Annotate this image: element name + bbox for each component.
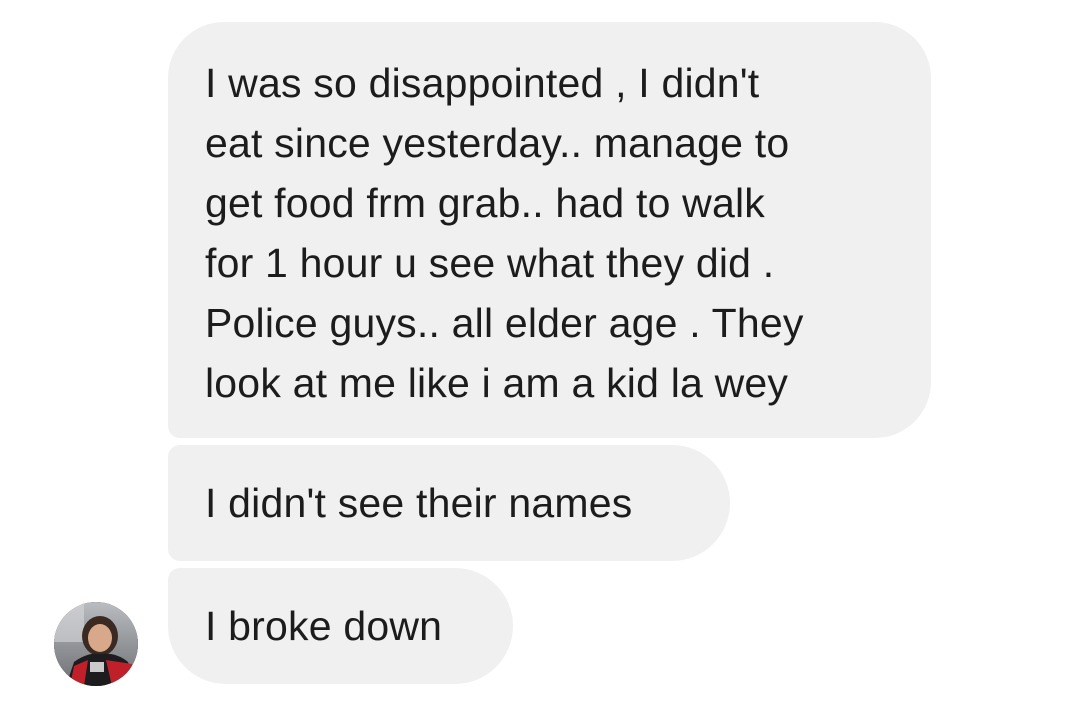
message-text-line: eat since yesterday.. manage to [205,120,790,166]
message-text-line: get food frm grab.. had to walk [205,180,766,226]
message-text-line: for 1 hour u see what they did . [205,240,775,286]
profile-photo-icon [54,602,138,686]
message-text-line: I broke down [205,603,443,649]
message-bubble[interactable]: I broke down [168,568,513,684]
message-text-line: look at me like i am a kid la wey [205,360,789,406]
message-bubble[interactable]: I was so disappointed , I didn't eat sin… [168,22,931,438]
message-text-line: I was so disappointed , I didn't [205,60,760,106]
message-bubble[interactable]: I didn't see their names [168,445,730,561]
message-thread: I was so disappointed , I didn't eat sin… [0,0,1080,702]
message-text-line: Police guys.. all elder age . They [205,300,804,346]
message-text-line: I didn't see their names [205,480,633,526]
sender-avatar[interactable] [54,602,138,686]
